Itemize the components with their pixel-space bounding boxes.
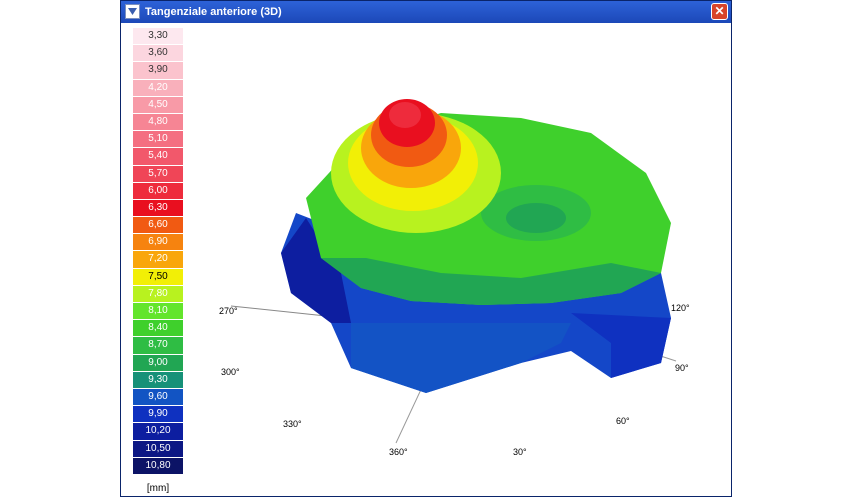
legend-swatch: 10,50 xyxy=(133,440,183,458)
legend-swatch: 4,80 xyxy=(133,113,183,132)
legend-swatch: 7,50 xyxy=(133,268,183,286)
angle-label-300: 300° xyxy=(221,367,240,377)
surface-svg xyxy=(230,99,677,444)
legend-swatch: 8,40 xyxy=(133,320,183,338)
close-icon: ✕ xyxy=(714,4,725,18)
angle-label-90: 90° xyxy=(675,363,689,373)
legend-swatch: 5,10 xyxy=(133,131,183,149)
app-icon xyxy=(125,4,140,19)
client-area: 3,30 3,60 3,90 4,20 4,50 4,80 5,10 5,40 5,70 6,00… xyxy=(121,23,731,496)
legend-swatch: 6,00 xyxy=(133,182,183,200)
legend-swatch: 10,20 xyxy=(133,423,183,441)
legend-swatch: 4,50 xyxy=(133,96,183,114)
legend-swatch: 6,30 xyxy=(133,199,183,218)
angle-label-120: 120° xyxy=(671,303,690,313)
legend-swatch: 7,80 xyxy=(133,285,183,303)
hotspot-peak xyxy=(389,102,421,128)
angle-label-360: 360° xyxy=(389,447,408,457)
legend-swatch: 5,40 xyxy=(133,148,183,166)
legend-swatch: 9,60 xyxy=(133,388,183,407)
surface-depression-core xyxy=(506,203,566,233)
legend-swatch: 5,70 xyxy=(133,165,183,183)
3d-surface-plot[interactable]: 270° 300° 330° 360° 30° 60° 90° 120° xyxy=(191,23,731,498)
legend-swatch: 6,60 xyxy=(133,217,183,235)
legend-swatch: 8,10 xyxy=(133,303,183,321)
legend-swatch: 3,90 xyxy=(133,62,183,80)
angle-label-330: 330° xyxy=(283,419,302,429)
legend-swatch: 9,00 xyxy=(133,354,183,372)
legend-unit: [mm] xyxy=(146,482,170,494)
color-legend: 3,30 3,60 3,90 4,20 4,50 4,80 5,10 5,40 5,70 6,00… xyxy=(133,28,183,494)
legend-swatch: 10,80 xyxy=(133,457,183,475)
legend-swatch: 3,30 xyxy=(133,28,183,46)
window-title: Tangenziale anteriore (3D) xyxy=(145,6,282,18)
title-bar[interactable]: Tangenziale anteriore (3D) ✕ xyxy=(121,1,731,23)
legend-swatch: 9,30 xyxy=(133,371,183,389)
angle-label-270: 270° xyxy=(219,306,238,316)
angle-label-30: 30° xyxy=(513,447,527,457)
legend-swatch: 4,20 xyxy=(133,79,183,97)
close-button[interactable]: ✕ xyxy=(711,3,728,20)
angle-label-60: 60° xyxy=(616,416,630,426)
legend-swatch: 9,90 xyxy=(133,406,183,424)
legend-swatch: 6,90 xyxy=(133,234,183,252)
legend-swatch: 7,20 xyxy=(133,251,183,269)
legend-swatch: 3,60 xyxy=(133,45,183,63)
plot-window: Tangenziale anteriore (3D) ✕ 3,30 3,60 3,9… xyxy=(120,0,732,497)
legend-swatch: 8,70 xyxy=(133,337,183,355)
